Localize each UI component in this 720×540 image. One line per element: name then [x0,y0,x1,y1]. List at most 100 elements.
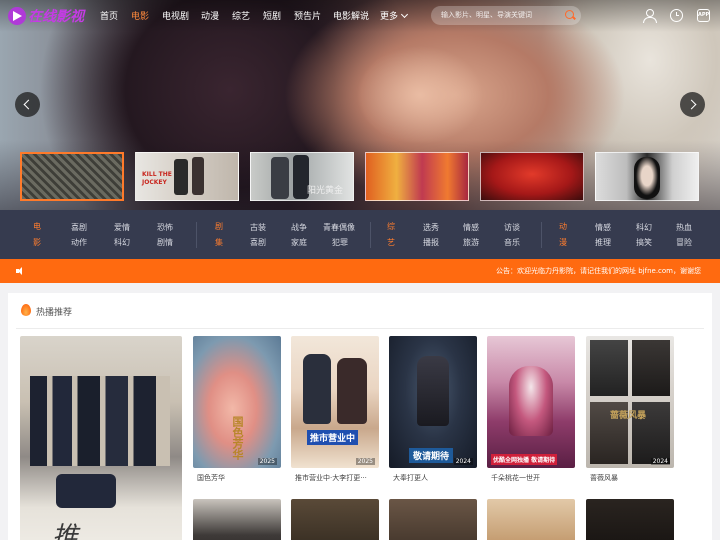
nav-more-dropdown[interactable]: 更多 [380,9,409,22]
featured-poster[interactable]: 推 [20,336,182,540]
movie-poster[interactable]: 推市营业中 2025 [291,336,379,468]
category-head-variety[interactable]: 综艺 [386,219,396,251]
category-link[interactable]: 科幻 [636,222,652,233]
category-link[interactable]: 战争 [291,222,307,233]
category-link[interactable]: 旅游 [463,237,479,248]
category-head-anime[interactable]: 动漫 [558,219,568,251]
nav-item-tv[interactable]: 电视剧 [162,9,189,22]
nav-item-trailer[interactable]: 预告片 [294,9,321,22]
category-link[interactable]: 青春偶像 [323,222,355,233]
category-link[interactable]: 喜剧 [71,222,87,233]
movie-title[interactable]: 千朵桃花一世开 [491,473,575,483]
chevron-down-icon [400,10,409,19]
movie-title[interactable]: 国色芳华 [197,473,281,483]
thumbnail-figure [634,157,660,199]
category-link[interactable]: 播报 [423,237,439,248]
category-link[interactable]: 恐怖 [157,222,173,233]
nav-item-variety[interactable]: 综艺 [232,9,250,22]
category-link[interactable]: 选秀 [423,222,439,233]
movie-poster[interactable] [389,499,477,540]
category-link[interactable]: 情感 [463,222,479,233]
movie-poster[interactable]: 敬请期待 2024 [389,336,477,468]
nav-item-movie[interactable]: 电影 [131,9,149,22]
category-divider [196,222,197,248]
category-link[interactable]: 访谈 [504,222,520,233]
category-link[interactable]: 古装 [250,222,266,233]
user-icon[interactable] [643,9,657,23]
poster-panel [632,340,670,396]
category-link[interactable]: 犯罪 [332,237,348,248]
thumbnail-title: KILL THE JOCKEY [142,171,172,186]
carousel-prev-button[interactable] [15,92,40,117]
notice-bar: 公告：欢迎光临力丹影院，请记住我们的网址 bjfne.com，谢谢您 [0,259,720,283]
notice-text: 公告：欢迎光临力丹影院，请记住我们的网址 bjfne.com，谢谢您 [496,267,701,275]
speaker-icon [16,267,26,275]
movie-poster[interactable]: 国色芳华 2025 [193,336,281,468]
history-clock-icon[interactable] [670,9,683,22]
top-navigation: 在线影视 首页 电影 电视剧 动漫 综艺 短剧 预告片 电影解说 更多 APP [0,0,720,32]
carousel-next-button[interactable] [680,92,705,117]
category-bar: 电影 喜剧 爱情 恐怖 动作 科幻 剧情 剧集 古装 战争 青春偶像 喜剧 家庭… [0,210,720,260]
category-link[interactable]: 情感 [595,222,611,233]
logo-text: 在线影视 [28,9,84,25]
nav-item-anime[interactable]: 动漫 [201,9,219,22]
category-link[interactable]: 音乐 [504,237,520,248]
app-icon[interactable]: APP [697,9,710,22]
poster-figure [303,354,331,424]
category-divider [541,222,542,248]
category-link[interactable]: 冒险 [676,237,692,248]
year-badge: 2024 [650,458,670,465]
carousel-thumbnail[interactable] [20,152,124,201]
poster-title-art: 蔷薇风暴 [610,411,647,421]
nav-item-home[interactable]: 首页 [100,9,118,22]
section-divider [16,328,704,329]
poster-title-art: 国色芳华 [231,416,244,460]
search-icon[interactable] [565,10,574,19]
featured-poster-text: 推 [52,522,79,540]
main-content: 热播推荐 推 国色芳华 2025 国色芳华 推市营业中 2025 推市营业中·大… [0,283,720,540]
movie-title[interactable]: 推市营业中·大李打更··· [295,473,379,483]
category-link[interactable]: 热血 [676,222,692,233]
category-link[interactable]: 动作 [71,237,87,248]
poster-title-art: 敬请期待 [409,448,454,463]
movie-poster[interactable]: 蔷薇风暴 2024 [586,336,674,468]
thumbnail-title: 阳光黄金 [307,186,344,196]
category-link[interactable]: 科幻 [114,237,130,248]
category-link[interactable]: 喜剧 [250,237,266,248]
poster-figure [56,474,116,508]
category-head-movie[interactable]: 电影 [32,219,42,251]
category-link[interactable]: 剧情 [157,237,173,248]
site-logo[interactable]: 在线影视 [8,6,84,26]
nav-more-label: 更多 [380,12,399,22]
movie-title[interactable]: 蔷薇风暴 [590,473,674,483]
poster-figure [337,358,367,424]
movie-poster[interactable] [487,499,575,540]
carousel-thumbnail[interactable] [365,152,469,201]
nav-item-short-drama[interactable]: 短剧 [263,9,281,22]
category-link[interactable]: 推理 [595,237,611,248]
category-divider [370,222,371,248]
movie-poster[interactable] [291,499,379,540]
movie-title[interactable]: 大奉打更人 [393,473,477,483]
poster-figure [509,366,553,436]
movie-poster[interactable]: 优酷全网独播 敬请期待 [487,336,575,468]
poster-panel [590,340,628,396]
thumbnail-figure [271,157,289,199]
nav-item-commentary[interactable]: 电影解说 [333,9,369,22]
category-link[interactable]: 爱情 [114,222,130,233]
carousel-thumbnail[interactable] [595,152,699,201]
logo-play-icon [8,7,26,25]
movie-poster[interactable] [586,499,674,540]
search-input[interactable] [431,6,581,25]
movie-poster[interactable] [193,499,281,540]
carousel-thumbnail[interactable]: 阳光黄金 [250,152,354,201]
carousel-thumbnail[interactable]: KILL THE JOCKEY [135,152,239,201]
year-badge: 2024 [453,458,473,465]
category-link[interactable]: 家庭 [291,237,307,248]
category-head-series[interactable]: 剧集 [214,219,224,251]
year-badge: 2025 [355,458,375,465]
section-title: 热播推荐 [36,308,73,318]
carousel-thumbnail[interactable] [480,152,584,201]
category-link[interactable]: 搞笑 [636,237,652,248]
poster-title-art: 推市营业中 [307,430,359,445]
